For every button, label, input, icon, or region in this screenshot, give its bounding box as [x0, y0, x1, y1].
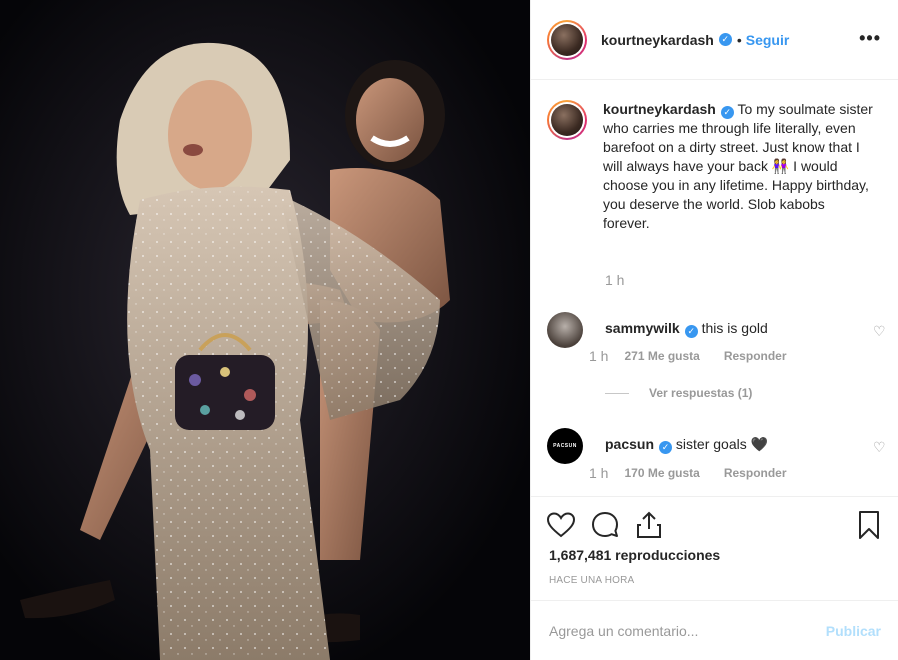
comment-bubble-icon[interactable]: [589, 509, 621, 541]
post-video[interactable]: [0, 0, 530, 660]
comment-text: sister goals 🖤: [675, 436, 769, 452]
view-count[interactable]: 1,687,481 reproducciones: [549, 547, 720, 563]
heart-icon[interactable]: [545, 509, 577, 541]
comment-reply-button[interactable]: Responder: [724, 466, 787, 480]
post-timestamp[interactable]: HACE UNA HORA: [549, 575, 634, 586]
view-replies-button[interactable]: Ver respuestas (1): [605, 386, 752, 400]
replies-divider: [605, 392, 629, 394]
comment-author[interactable]: sammywilk: [605, 320, 680, 336]
comment-like-heart-icon[interactable]: ♡: [873, 440, 887, 454]
post-actions: 1,687,481 reproducciones HACE UNA HORA: [531, 496, 898, 600]
comment-time[interactable]: 1 h: [589, 465, 608, 481]
verified-badge-icon: ✓: [659, 441, 673, 454]
comment-likes[interactable]: 170 Me gusta: [624, 466, 699, 480]
author-username[interactable]: kourtneykardash: [601, 32, 714, 48]
instagram-post-view: kourtneykardash ✓ • Seguir ••• kourtneyk…: [0, 0, 898, 660]
verified-badge-icon: ✓: [718, 33, 732, 46]
commenter-avatar[interactable]: PACSUN: [547, 428, 583, 464]
author-avatar[interactable]: [547, 19, 587, 60]
post-details-panel: kourtneykardash ✓ • Seguir ••• kourtneyk…: [530, 0, 898, 660]
verified-badge-icon: ✓: [684, 325, 698, 338]
header-separator: •: [736, 31, 742, 48]
comment-input[interactable]: [549, 622, 826, 639]
comment-reply-button[interactable]: Responder: [724, 349, 787, 363]
comment-likes[interactable]: 271 Me gusta: [624, 349, 699, 363]
comment-meta: 1 h 271 Me gusta Responder: [589, 348, 811, 364]
comment-body: sammywilk ✓ this is gold: [605, 320, 768, 348]
follow-button[interactable]: Seguir: [746, 32, 790, 48]
comment-author[interactable]: pacsun: [605, 436, 654, 452]
post-caption: kourtneykardash ✓ To my soulmate sister w…: [547, 100, 875, 233]
bookmark-icon[interactable]: [853, 509, 885, 541]
verified-badge-icon: ✓: [720, 106, 734, 119]
add-comment-bar: Publicar: [531, 600, 898, 660]
comment-body: pacsun ✓ sister goals 🖤: [605, 436, 768, 464]
caption-time[interactable]: 1 h: [605, 272, 624, 288]
more-options-icon[interactable]: •••: [859, 28, 881, 49]
caption-body: To my soulmate sister who carries me thr…: [603, 101, 873, 231]
caption-author[interactable]: kourtneykardash: [603, 101, 716, 117]
video-frame-image: [0, 0, 530, 660]
comment-time[interactable]: 1 h: [589, 348, 608, 364]
comment-item: sammywilk ✓ this is gold ♡: [547, 312, 887, 348]
caption-text: kourtneykardash ✓ To my soulmate sister w…: [603, 100, 875, 233]
view-replies-label[interactable]: Ver respuestas (1): [649, 386, 752, 400]
comment-item: PACSUN pacsun ✓ sister goals 🖤 ♡: [547, 428, 887, 464]
comment-meta: 1 h 170 Me gusta Responder: [589, 465, 811, 481]
comments-section: kourtneykardash ✓ To my soulmate sister w…: [531, 80, 898, 496]
pacsun-logo-text: PACSUN: [553, 443, 577, 449]
publish-button[interactable]: Publicar: [826, 623, 881, 639]
commenter-avatar[interactable]: [547, 312, 583, 348]
share-icon[interactable]: [633, 509, 665, 541]
post-header: kourtneykardash ✓ • Seguir •••: [531, 0, 898, 80]
caption-avatar[interactable]: [547, 100, 587, 140]
comment-text: this is gold: [701, 320, 768, 336]
comment-like-heart-icon[interactable]: ♡: [873, 324, 887, 338]
